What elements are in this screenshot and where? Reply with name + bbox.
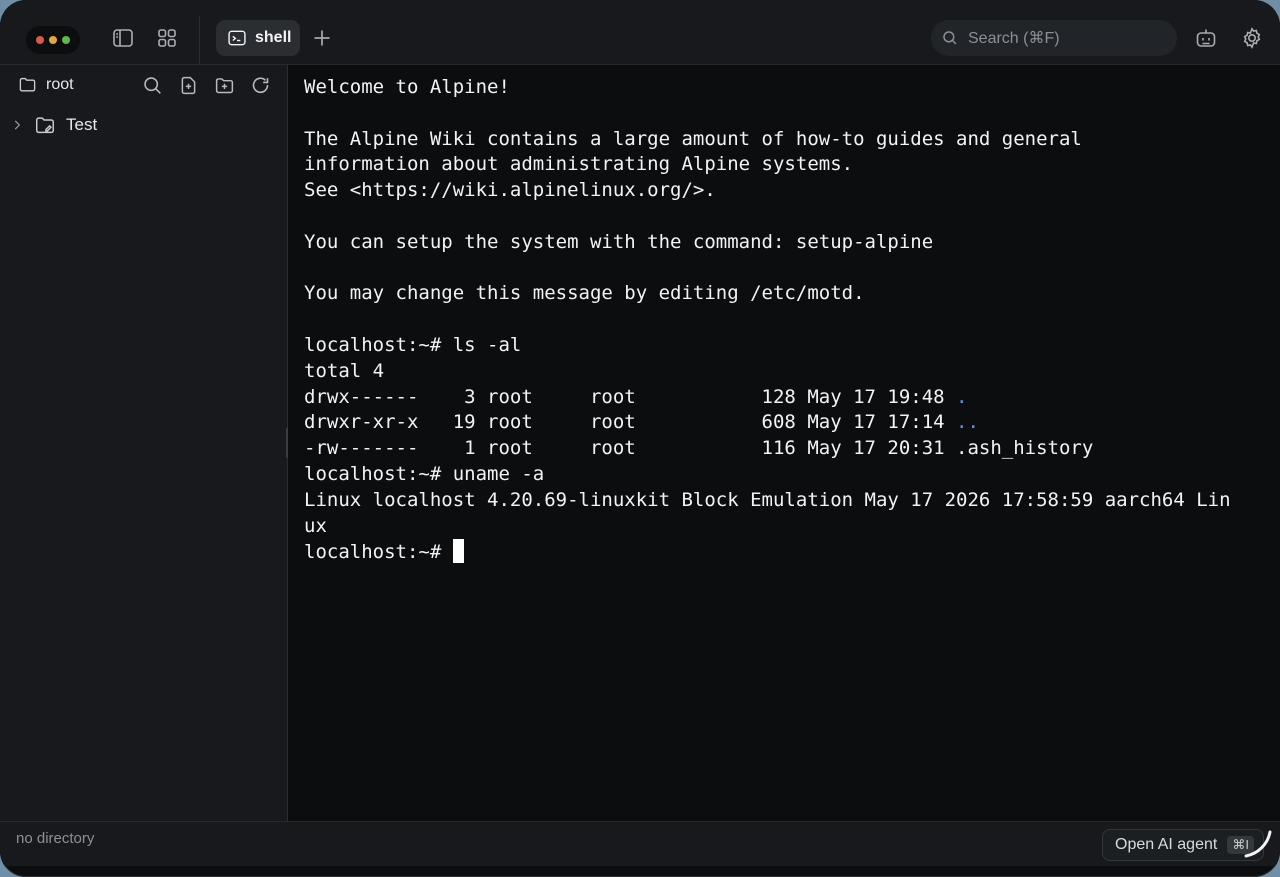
sidebar-root[interactable]: root <box>18 75 74 94</box>
terminal-line: -rw------- 1 root root 116 May 17 20:31 … <box>304 437 1094 460</box>
refresh-icon[interactable] <box>250 75 271 96</box>
terminal-line: localhost:~# uname -a <box>304 462 545 485</box>
folder-edit-icon <box>36 117 54 134</box>
terminal-line: information about administrating Alpine … <box>304 153 854 176</box>
terminal-line: See <https://wiki.alpinelinux.org/>. <box>304 179 716 202</box>
terminal-pane[interactable]: Welcome to Alpine! The Alpine Wiki conta… <box>288 65 1280 821</box>
terminal-icon <box>228 30 246 46</box>
window-controls[interactable] <box>26 26 80 54</box>
sidebar-toggle-icon[interactable] <box>111 26 135 50</box>
ai-bot-icon[interactable] <box>1194 26 1218 50</box>
terminal-line: ux <box>304 514 327 537</box>
terminal-line: Linux localhost 4.20.69-linuxkit Block E… <box>304 488 1231 511</box>
new-file-icon[interactable] <box>178 75 199 96</box>
sidebar-search-icon[interactable] <box>142 75 163 96</box>
terminal-line: Welcome to Alpine! <box>304 76 510 98</box>
new-folder-icon[interactable] <box>214 75 235 96</box>
terminal-line: You can setup the system with the comman… <box>304 230 934 253</box>
terminal-prompt: localhost:~# <box>304 541 453 564</box>
terminal-line: drwx------ 3 root root 128 May 17 19:48 <box>304 385 957 408</box>
terminal-line: drwxr-xr-x 19 root root 608 May 17 17:14 <box>304 411 957 434</box>
app-window: shell Search (⌘F) root Test Welcome to A… <box>0 0 1280 877</box>
minimize-window-button[interactable] <box>49 36 57 44</box>
search-placeholder: Search (⌘F) <box>968 30 1060 47</box>
terminal-line: localhost:~# ls -al <box>304 333 522 356</box>
current-directory-status: no directory <box>16 830 95 847</box>
directory-entry-name: . <box>956 385 968 408</box>
search-icon <box>943 31 957 45</box>
tab-label: shell <box>255 29 292 46</box>
gear-icon[interactable] <box>1240 26 1264 50</box>
terminal-line: The Alpine Wiki contains a large amount … <box>304 127 1082 150</box>
tree-item-label: Test <box>66 115 98 134</box>
terminal-output[interactable]: Welcome to Alpine! The Alpine Wiki conta… <box>304 75 1231 566</box>
sidebar-root-label: root <box>46 75 74 93</box>
terminal-line: total 4 <box>304 359 385 382</box>
folder-icon <box>19 77 36 92</box>
file-sidebar: root Test <box>0 65 288 821</box>
grid-view-icon[interactable] <box>155 26 179 50</box>
search-input[interactable]: Search (⌘F) <box>931 20 1177 56</box>
terminal-line: You may change this message by editing /… <box>304 282 865 305</box>
titlebar-divider <box>199 16 200 64</box>
close-window-button[interactable] <box>36 36 44 44</box>
terminal-cursor <box>452 539 464 564</box>
tree-item-test[interactable]: Test <box>10 114 97 136</box>
ai-button-label: Open AI agent <box>1115 836 1218 853</box>
resize-corner-icon[interactable] <box>1238 824 1278 864</box>
title-bar: shell Search (⌘F) <box>0 0 1280 65</box>
chevron-right-icon[interactable] <box>10 118 24 132</box>
directory-entry-name: .. <box>956 411 979 434</box>
tab-shell[interactable]: shell <box>216 20 300 56</box>
sidebar-header: root <box>0 65 287 105</box>
status-bar: no directory Open AI agent ⌘I <box>0 821 1280 866</box>
zoom-window-button[interactable] <box>62 36 70 44</box>
new-tab-icon[interactable] <box>310 26 334 50</box>
